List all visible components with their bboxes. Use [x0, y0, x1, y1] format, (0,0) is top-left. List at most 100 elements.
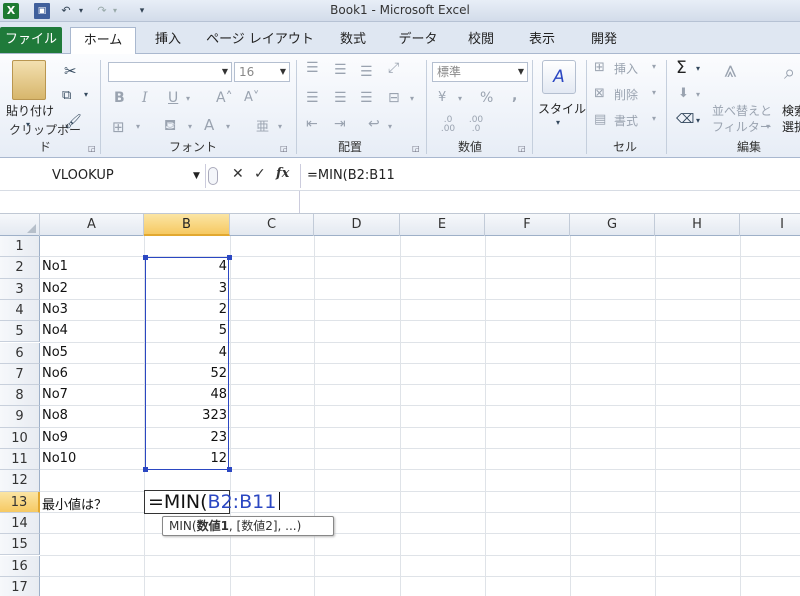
chevron-down-icon[interactable]: ▼ [193, 164, 200, 188]
align-right-icon[interactable]: ☰ [360, 90, 373, 106]
phonetic-icon[interactable]: 亜 [256, 116, 269, 135]
merge-dropdown-icon[interactable]: ▾ [410, 94, 414, 103]
tab-view[interactable]: 表示 [518, 27, 566, 54]
sort-filter-dropdown-icon[interactable]: ▾ [766, 122, 770, 131]
find-select-label-2[interactable]: 選択 [782, 118, 800, 135]
wrap-dropdown-icon[interactable]: ▾ [388, 122, 392, 131]
column-header-c[interactable]: C [230, 214, 314, 236]
cell-a5[interactable]: No4 [42, 323, 68, 338]
align-center-icon[interactable]: ☰ [334, 90, 347, 106]
column-header-a[interactable]: A [40, 214, 144, 236]
row-header-2[interactable]: 2 [0, 257, 40, 279]
fill-color-icon[interactable]: ⛾ [164, 116, 176, 136]
fill-dropdown-icon[interactable]: ▾ [188, 122, 192, 131]
column-header-e[interactable]: E [400, 214, 485, 236]
underline-dropdown-icon[interactable]: ▾ [186, 94, 190, 103]
column-header-h[interactable]: H [655, 214, 740, 236]
format-cells-label[interactable]: 書式 [614, 112, 638, 129]
tab-data[interactable]: データ [390, 27, 446, 54]
find-select-icon[interactable]: ⌕ [784, 60, 795, 84]
font-name-combo[interactable]: ▼ [108, 62, 232, 82]
name-box[interactable]: VLOOKUP ▼ [0, 164, 206, 188]
styles-button-label[interactable]: スタイル [538, 100, 586, 117]
function-arguments-tooltip[interactable]: MIN(数値1, [数値2], ...) [162, 515, 334, 536]
tab-file[interactable]: ファイル [0, 27, 62, 53]
sort-filter-icon[interactable]: ⩓ [724, 58, 736, 83]
range-resize-handle[interactable] [227, 255, 232, 261]
insert-cells-label[interactable]: 挿入 [614, 60, 638, 77]
percent-button[interactable]: % [480, 90, 493, 106]
tooltip-current-arg[interactable]: 数値1 [197, 519, 229, 533]
tab-formulas[interactable]: 数式 [328, 27, 378, 54]
enter-icon[interactable]: ✓ [254, 166, 266, 182]
delete-dropdown-icon[interactable]: ▾ [652, 88, 656, 97]
range-resize-handle[interactable] [143, 255, 148, 261]
comma-button[interactable]: , [512, 88, 517, 104]
tab-home[interactable]: ホーム [70, 27, 136, 54]
formula-input[interactable]: =MIN(B2:B11 [300, 164, 800, 188]
copy-dropdown-icon[interactable]: ▾ [84, 90, 88, 99]
currency-icon[interactable]: ¥ [438, 90, 446, 105]
row-header-3[interactable]: 3 [0, 278, 40, 300]
border-icon[interactable]: ⊞ [112, 118, 125, 136]
row-header-5[interactable]: 5 [0, 321, 40, 343]
format-dropdown-icon[interactable]: ▾ [652, 114, 656, 123]
cut-icon[interactable]: ✂ [64, 62, 77, 80]
find-select-label-1[interactable]: 検索 [782, 102, 800, 119]
cell-a11[interactable]: No10 [42, 451, 76, 466]
format-cells-icon[interactable]: ▤ [594, 112, 606, 127]
formula-reference-range[interactable] [145, 257, 229, 471]
cell-a6[interactable]: No5 [42, 345, 68, 360]
increase-decimal-button[interactable]: .0 .00 [436, 116, 460, 134]
sort-filter-label-2[interactable]: フィルター [712, 118, 772, 135]
align-bottom-icon[interactable]: ☰ [360, 64, 373, 80]
select-all-button[interactable] [0, 214, 40, 236]
clipboard-launcher-icon[interactable]: ◲ [88, 144, 98, 154]
fill-icon[interactable]: ⬇ [678, 86, 689, 101]
orientation-icon[interactable]: ⤢ [388, 60, 399, 76]
cell-a2[interactable]: No1 [42, 259, 68, 274]
paste-icon[interactable] [12, 60, 46, 100]
number-format-combo[interactable]: 標準 ▼ [432, 62, 528, 82]
delete-cells-label[interactable]: 削除 [614, 86, 638, 103]
font-launcher-icon[interactable]: ◲ [280, 144, 290, 154]
paste-button-label[interactable]: 貼り付け [6, 102, 54, 119]
insert-dropdown-icon[interactable]: ▾ [652, 62, 656, 71]
column-header-b[interactable]: B [144, 214, 230, 236]
row-header-6[interactable]: 6 [0, 342, 40, 364]
fill-dropdown-icon[interactable]: ▾ [696, 90, 700, 99]
tab-developer[interactable]: 開発 [580, 27, 628, 54]
row-header-7[interactable]: 7 [0, 363, 40, 386]
decrease-decimal-button[interactable]: .00 .0 [464, 116, 488, 134]
copy-icon[interactable]: ⧉ [62, 88, 71, 103]
increase-indent-icon[interactable]: ⇥ [334, 116, 346, 132]
font-size-combo[interactable]: 16 ▼ [234, 62, 290, 82]
styles-icon[interactable]: A [542, 60, 576, 94]
autosum-dropdown-icon[interactable]: ▾ [696, 64, 700, 73]
cell-a8[interactable]: No7 [42, 387, 68, 402]
cell-a13[interactable]: 最小値は？ [42, 494, 107, 513]
row-header-13[interactable]: 13 [0, 491, 40, 513]
row-header-14[interactable]: 14 [0, 512, 40, 535]
bold-button[interactable]: B [114, 90, 125, 106]
font-color-icon[interactable]: A [204, 116, 214, 134]
delete-cells-icon[interactable]: ⊠ [594, 86, 605, 101]
row-header-4[interactable]: 4 [0, 299, 40, 322]
align-top-icon[interactable]: ☰ [306, 60, 319, 76]
insert-cells-icon[interactable]: ⊞ [594, 60, 605, 75]
cell-b13-editor[interactable]: =MIN(B2:B11 [144, 489, 281, 514]
row-header-1[interactable]: 1 [0, 236, 40, 258]
tooltip-function-name[interactable]: MIN( [169, 519, 197, 533]
clear-dropdown-icon[interactable]: ▾ [696, 116, 700, 125]
column-header-i[interactable]: I [740, 214, 800, 236]
cell-a3[interactable]: No2 [42, 281, 68, 296]
sort-filter-label-1[interactable]: 並べ替えと [712, 102, 772, 119]
row-header-16[interactable]: 16 [0, 555, 40, 577]
cell-a7[interactable]: No6 [42, 366, 68, 381]
wrap-text-icon[interactable]: ↩ [368, 116, 380, 132]
worksheet-grid[interactable]: A B C D E F G H I 1 2 No1 4 3 No2 3 4 No3 2 5 No4 5 6… [0, 214, 800, 596]
row-header-9[interactable]: 9 [0, 406, 40, 428]
decrease-indent-icon[interactable]: ⇤ [306, 116, 318, 132]
autosum-icon[interactable]: Σ [676, 58, 687, 78]
styles-dropdown-icon[interactable]: ▾ [556, 118, 560, 127]
